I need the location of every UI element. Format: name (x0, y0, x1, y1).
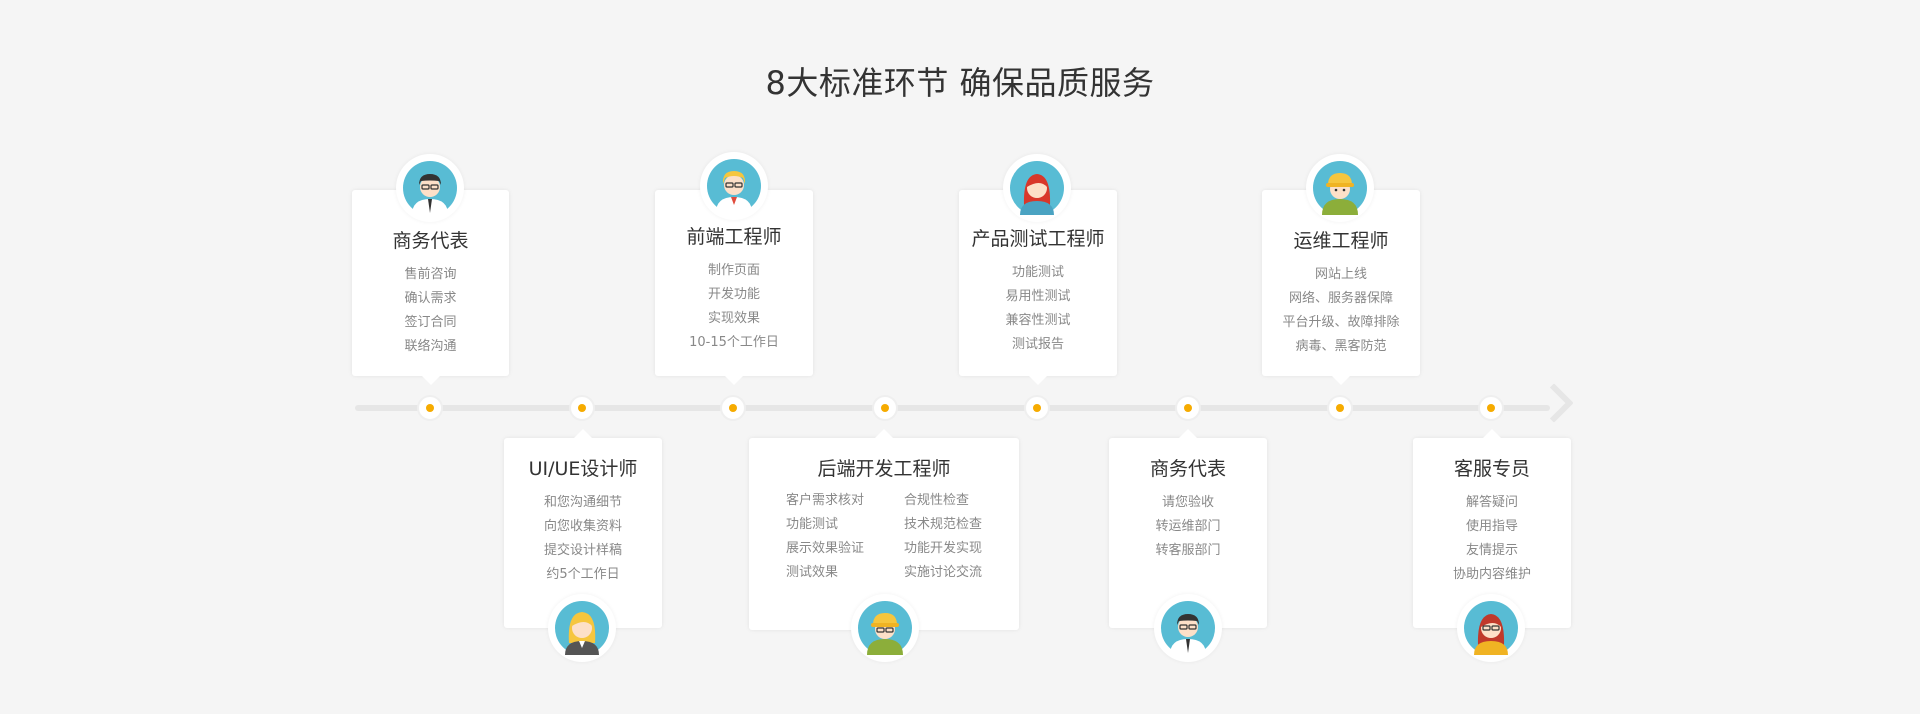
card-item: 签订合同 (404, 315, 457, 330)
card-item: 请您验收 (1161, 495, 1214, 510)
card-item: 功能开发实现 (904, 541, 983, 556)
card-item: 转运维部门 (1155, 519, 1221, 534)
card-item: 易用性测试 (1005, 289, 1071, 304)
card-item: 功能测试 (785, 517, 838, 532)
card-item: 制作页面 (707, 263, 760, 278)
card-item: 确认需求 (404, 291, 457, 306)
card-item: 客户需求核对 (785, 493, 864, 508)
card-title: UI/UE设计师 (528, 458, 638, 480)
red-hair-woman-avatar-icon (1003, 154, 1071, 222)
card-item: 兼容性测试 (1005, 313, 1071, 328)
card-item: 网站上线 (1314, 267, 1367, 282)
businessman-avatar-icon (396, 154, 464, 222)
card-item: 平台升级、故障排除 (1282, 315, 1400, 330)
card-title: 商务代表 (392, 230, 469, 252)
card-item: 提交设计样稿 (543, 543, 622, 558)
card-title: 客服专员 (1453, 458, 1530, 480)
card-item: 实现效果 (707, 311, 760, 326)
timeline-dot-8 (1478, 395, 1504, 421)
timeline-arrow-icon (1534, 383, 1574, 423)
timeline-line (355, 405, 1550, 411)
card-item: 功能测试 (1011, 265, 1064, 280)
timeline-dot-3 (720, 395, 746, 421)
card-title: 前端工程师 (686, 226, 782, 248)
card-item: 解答疑问 (1465, 495, 1518, 510)
timeline-dot-2 (569, 395, 595, 421)
card-item: 开发功能 (707, 287, 760, 302)
card-item: 向您收集资料 (543, 519, 622, 534)
card-title: 产品测试工程师 (971, 228, 1105, 250)
card-title: 运维工程师 (1293, 230, 1389, 252)
blonde-engineer-avatar-icon (700, 152, 768, 220)
page-title: 8大标准环节 确保品质服务 (765, 64, 1155, 102)
card-item: 病毒、黑客防范 (1295, 339, 1387, 354)
card-item: 约5个工作日 (546, 567, 620, 582)
card-item: 技术规范检查 (904, 517, 983, 532)
timeline-dot-1 (417, 395, 443, 421)
timeline-dot-7 (1327, 395, 1353, 421)
timeline-dot-4 (872, 395, 898, 421)
card-column-right: 合规性检查 技术规范检查 功能开发实现 实施讨论交流 (904, 489, 982, 585)
timeline-dot-5 (1024, 395, 1050, 421)
hardhat-worker-avatar-icon (1306, 154, 1374, 222)
card-item: 协助内容维护 (1452, 567, 1531, 582)
card-title: 商务代表 (1149, 458, 1226, 480)
card-item: 测试效果 (785, 565, 838, 580)
card-item: 展示效果验证 (785, 541, 864, 556)
card-item: 网络、服务器保障 (1288, 291, 1393, 306)
card-item: 售前咨询 (404, 267, 457, 282)
businessman-avatar-icon (1154, 594, 1222, 662)
card-column-left: 客户需求核对 功能测试 展示效果验证 测试效果 (786, 489, 864, 585)
card-item: 联络沟通 (404, 339, 457, 354)
card-item: 和您沟通细节 (543, 495, 622, 510)
blonde-woman-avatar-icon (548, 594, 616, 662)
timeline-dot-6 (1175, 395, 1201, 421)
card-item: 友情提示 (1465, 543, 1518, 558)
card-item: 10-15个工作日 (689, 335, 779, 350)
card-item: 转客服部门 (1155, 543, 1221, 558)
card-item: 使用指导 (1465, 519, 1518, 534)
card-title: 后端开发工程师 (817, 458, 951, 480)
service-woman-avatar-icon (1457, 594, 1525, 662)
card-item: 实施讨论交流 (904, 565, 983, 580)
card-item: 测试报告 (1011, 337, 1064, 352)
card-item: 合规性检查 (904, 493, 970, 508)
hardhat-engineer-avatar-icon (851, 594, 919, 662)
